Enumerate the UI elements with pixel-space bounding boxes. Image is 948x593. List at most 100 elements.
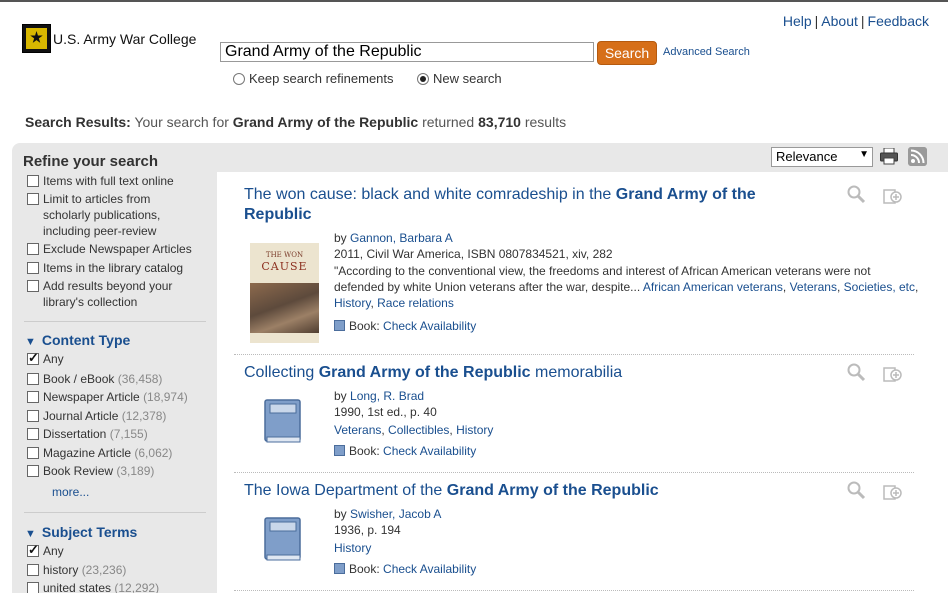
checkbox[interactable] [27,391,39,403]
check-availability-link[interactable]: Check Availability [383,319,476,333]
content-type-more-link[interactable]: more... [52,485,89,499]
content-type-book[interactable]: Book / eBook (36,458) [27,371,162,387]
result-title-3[interactable]: The Iowa Department of the Grand Army of… [244,481,804,501]
check-availability-link[interactable]: Check Availability [383,444,476,458]
refine-panel: Refine your search Items with full text … [12,143,217,593]
subject-terms-toggle[interactable]: ▼ Subject Terms [25,524,137,540]
result-publication: 2011, Civil War America, ISBN 0807834521… [334,247,613,261]
library-catalog-filter[interactable]: Items in the library catalog [27,260,183,276]
subject-link[interactable]: History [456,423,493,437]
subject-any[interactable]: Any [27,542,64,559]
subject-united-states[interactable]: united states (12,292) [27,580,159,593]
checkbox[interactable] [27,447,39,459]
add-to-folder-icon[interactable] [882,185,902,205]
facet-label: Any [43,544,64,558]
logo-text[interactable]: U.S. Army War College [53,31,196,47]
rss-feed-icon[interactable] [908,147,927,166]
checkbox[interactable] [27,350,39,366]
divider [24,512,206,513]
full-text-filter[interactable]: Items with full text online [27,173,174,189]
army-war-college-logo[interactable] [22,24,51,53]
subject-link[interactable]: Societies, etc [844,280,915,294]
subject-link[interactable]: History [334,541,371,555]
check-availability-link[interactable]: Check Availability [383,562,476,576]
filter-label: Items with full text online [43,174,174,188]
search-input[interactable] [220,42,594,62]
checkbox[interactable] [27,243,39,255]
summary-count: 83,710 [478,114,521,130]
advanced-search-link[interactable]: Advanced Search [663,46,750,58]
facet-label: Book Review [43,464,114,478]
checkbox[interactable] [27,564,39,576]
preview-magnifier-icon[interactable] [846,184,866,204]
content-type-any[interactable]: Any [27,350,64,367]
keep-refinements-radio[interactable] [233,72,245,85]
result-format-line: Book: Check Availability [334,561,919,577]
book-cover-image[interactable]: THE WON CAUSE [250,243,319,343]
add-to-folder-icon[interactable] [882,363,902,383]
help-link[interactable]: Help [783,13,812,29]
subject-history[interactable]: history (23,236) [27,562,126,578]
exclude-newspaper-filter[interactable]: Exclude Newspaper Articles [27,241,192,257]
content-type-title: Content Type [41,332,131,348]
checkbox[interactable] [27,175,39,187]
beyond-collection-filter[interactable]: Add results beyond your library's collec… [27,278,192,310]
subject-link[interactable]: History [334,296,370,310]
cover-title-small: THE WON [265,251,304,259]
checkbox[interactable] [27,428,39,440]
checkbox[interactable] [27,373,39,385]
checkbox[interactable] [27,193,39,205]
result-title-2[interactable]: Collecting Grand Army of the Republic me… [244,363,804,383]
author-link[interactable]: Swisher, Jacob A [350,507,441,521]
content-type-dissertation[interactable]: Dissertation (7,155) [27,426,148,442]
result-title-1[interactable]: The won cause: black and white comradesh… [244,185,804,225]
book-format-icon [334,320,345,331]
feedback-link[interactable]: Feedback [868,13,929,29]
subject-link[interactable]: Veterans [334,423,381,437]
preview-magnifier-icon[interactable] [846,480,866,500]
content-type-book-review[interactable]: Book Review (3,189) [27,463,154,479]
subject-terms-title: Subject Terms [41,524,138,540]
subject-link[interactable]: Race relations [377,296,454,310]
new-search-option[interactable]: New search [417,71,502,86]
content-type-magazine[interactable]: Magazine Article (6,062) [27,445,172,461]
result-subjects: Veterans, Collectibles, History [334,423,494,437]
subject-link[interactable]: African American veterans [643,280,783,294]
print-icon[interactable] [880,148,898,165]
new-search-radio[interactable] [417,72,429,85]
about-link[interactable]: About [821,13,858,29]
subject-link[interactable]: Veterans [790,280,837,294]
checkbox[interactable] [27,582,39,593]
facet-label: Any [43,352,64,366]
facet-label: Book / eBook [43,372,115,386]
checkbox[interactable] [27,262,39,274]
checkbox[interactable] [27,280,39,292]
preview-magnifier-icon[interactable] [846,362,866,382]
content-type-newspaper[interactable]: Newspaper Article (18,974) [27,389,188,405]
checkbox[interactable] [27,410,39,422]
facet-label: Dissertation [43,427,107,441]
filter-label: Exclude Newspaper Articles [43,242,192,256]
sort-value: Relevance [776,149,838,164]
book-placeholder-icon[interactable] [264,399,302,443]
summary-middle: returned [422,114,475,130]
new-search-label: New search [433,71,502,86]
result-separator [234,472,914,473]
checkbox[interactable] [27,465,39,477]
checkbox[interactable] [27,542,39,558]
author-link[interactable]: Gannon, Barbara A [350,231,453,245]
book-placeholder-icon[interactable] [264,517,302,561]
content-type-journal[interactable]: Journal Article (12,378) [27,408,166,424]
scholarly-filter[interactable]: Limit to articles from scholarly publica… [27,191,197,239]
content-type-toggle[interactable]: ▼ Content Type [25,332,130,348]
top-rule [0,0,948,2]
subject-link[interactable]: Collectibles [388,423,449,437]
keep-refinements-option[interactable]: Keep search refinements [233,71,394,86]
sort-select[interactable]: Relevance ▼ [771,147,873,167]
search-button[interactable]: Search [597,41,657,65]
author-link[interactable]: Long, R. Brad [350,389,424,403]
add-to-folder-icon[interactable] [882,481,902,501]
chevron-down-icon: ▼ [859,149,869,160]
facet-count: (36,458) [117,372,163,386]
result-separator [234,590,914,591]
